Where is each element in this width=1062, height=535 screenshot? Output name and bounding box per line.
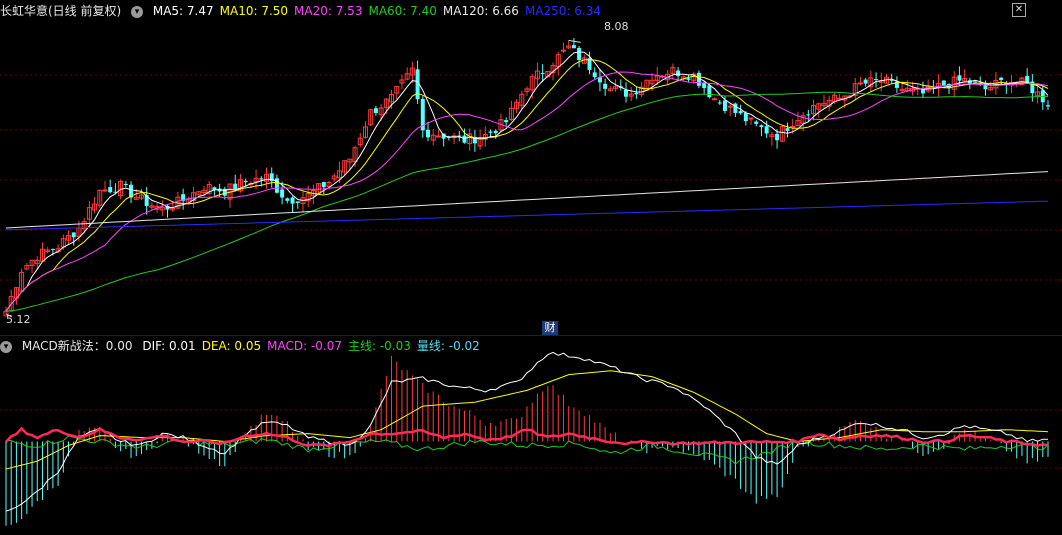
candle-body-93 xyxy=(488,131,493,133)
candle-body-138 xyxy=(722,100,727,111)
candle-body-145 xyxy=(759,125,764,128)
candle-body-103 xyxy=(540,72,545,74)
high-value: 8.08 xyxy=(604,20,629,33)
macd-title: MACD新战法：0.00 xyxy=(21,339,133,353)
macd-label-2: MACD: -0.07 xyxy=(267,339,342,353)
candle-body-46 xyxy=(243,180,248,183)
candle-body-115 xyxy=(603,83,608,89)
candle-body-56 xyxy=(295,201,300,203)
candle-body-53 xyxy=(280,189,285,198)
candle-body-107 xyxy=(560,49,566,52)
panel-divider xyxy=(0,335,1062,336)
low-value: 5.12 xyxy=(6,313,31,326)
macd-label-4: 量线: -0.02 xyxy=(416,339,480,353)
high-marker: 8.08 xyxy=(604,20,629,33)
candle-body-20 xyxy=(108,187,113,193)
candle-body-164 xyxy=(857,82,863,85)
candle-body-121 xyxy=(634,92,639,95)
candle-body-186 xyxy=(973,81,978,83)
candle-body-119 xyxy=(623,89,628,97)
candle-body-135 xyxy=(707,85,712,98)
candle-body-176 xyxy=(920,89,925,94)
macd-label-3: 主线: -0.03 xyxy=(347,339,411,353)
candle-body-131 xyxy=(686,78,691,80)
candle-body-61 xyxy=(321,181,326,188)
low-marker: 5.12 xyxy=(6,313,31,326)
candle-body-88 xyxy=(462,135,467,143)
candle-body-13 xyxy=(71,232,76,238)
candle-body-23 xyxy=(123,183,128,185)
candle-body-191 xyxy=(999,77,1004,80)
candle-body-180 xyxy=(941,80,946,86)
candle-body-49 xyxy=(259,178,264,180)
stock-chart-window: 长虹华意(日线 前复权) ▾ MA5: 7.47 MA10: 7.50 MA20: … xyxy=(0,0,1062,535)
ma10-line xyxy=(5,59,1049,312)
candle-body-160 xyxy=(837,97,843,100)
candle-body-167 xyxy=(874,78,879,80)
candle-body-83 xyxy=(435,135,441,138)
candle-body-200 xyxy=(1046,105,1050,107)
finance-badge[interactable]: 财 xyxy=(542,321,558,335)
candle-body-129 xyxy=(676,70,681,77)
candle-body-81 xyxy=(426,129,431,138)
candle-body-55 xyxy=(290,197,295,204)
macd-label-1: DEA: 0.05 xyxy=(201,339,262,353)
candle-body-154 xyxy=(806,114,811,116)
candle-body-148 xyxy=(775,133,780,141)
candle-body-109 xyxy=(571,45,576,49)
candle-body-9 xyxy=(50,248,55,250)
candle-body-54 xyxy=(285,198,290,201)
candle-body-142 xyxy=(743,112,748,122)
candle-body-96 xyxy=(504,120,509,123)
candle-body-165 xyxy=(863,79,868,84)
candle-body-44 xyxy=(233,183,238,190)
candle-body-150 xyxy=(785,128,790,131)
candle-body-144 xyxy=(754,121,759,124)
candle-body-19 xyxy=(102,189,108,192)
candle-body-137 xyxy=(717,102,722,104)
macd-header: ▾ MACD新战法：0.00 DIF: 0.01 DEA: 0.05 MACD: -… xyxy=(0,337,492,355)
candle-body-136 xyxy=(712,98,718,101)
chart-canvas[interactable] xyxy=(0,0,1062,535)
candle-body-141 xyxy=(738,111,743,114)
candle-body-94 xyxy=(493,130,498,134)
high-pointer xyxy=(568,39,581,43)
candle-body-110 xyxy=(577,47,582,60)
macd-labels: DIF: 0.01 DEA: 0.05 MACD: -0.07 主线: -0.03 量线… xyxy=(142,339,485,353)
ma20-line xyxy=(5,71,1049,312)
chevron-down-icon[interactable]: ▾ xyxy=(0,340,12,353)
candle-body-146 xyxy=(764,126,769,134)
macd-label-0: DIF: 0.01 xyxy=(142,339,196,353)
candle-body-113 xyxy=(592,72,597,78)
candle-body-183 xyxy=(957,75,962,81)
candle-body-71 xyxy=(373,108,378,114)
candle-body-143 xyxy=(748,117,754,120)
